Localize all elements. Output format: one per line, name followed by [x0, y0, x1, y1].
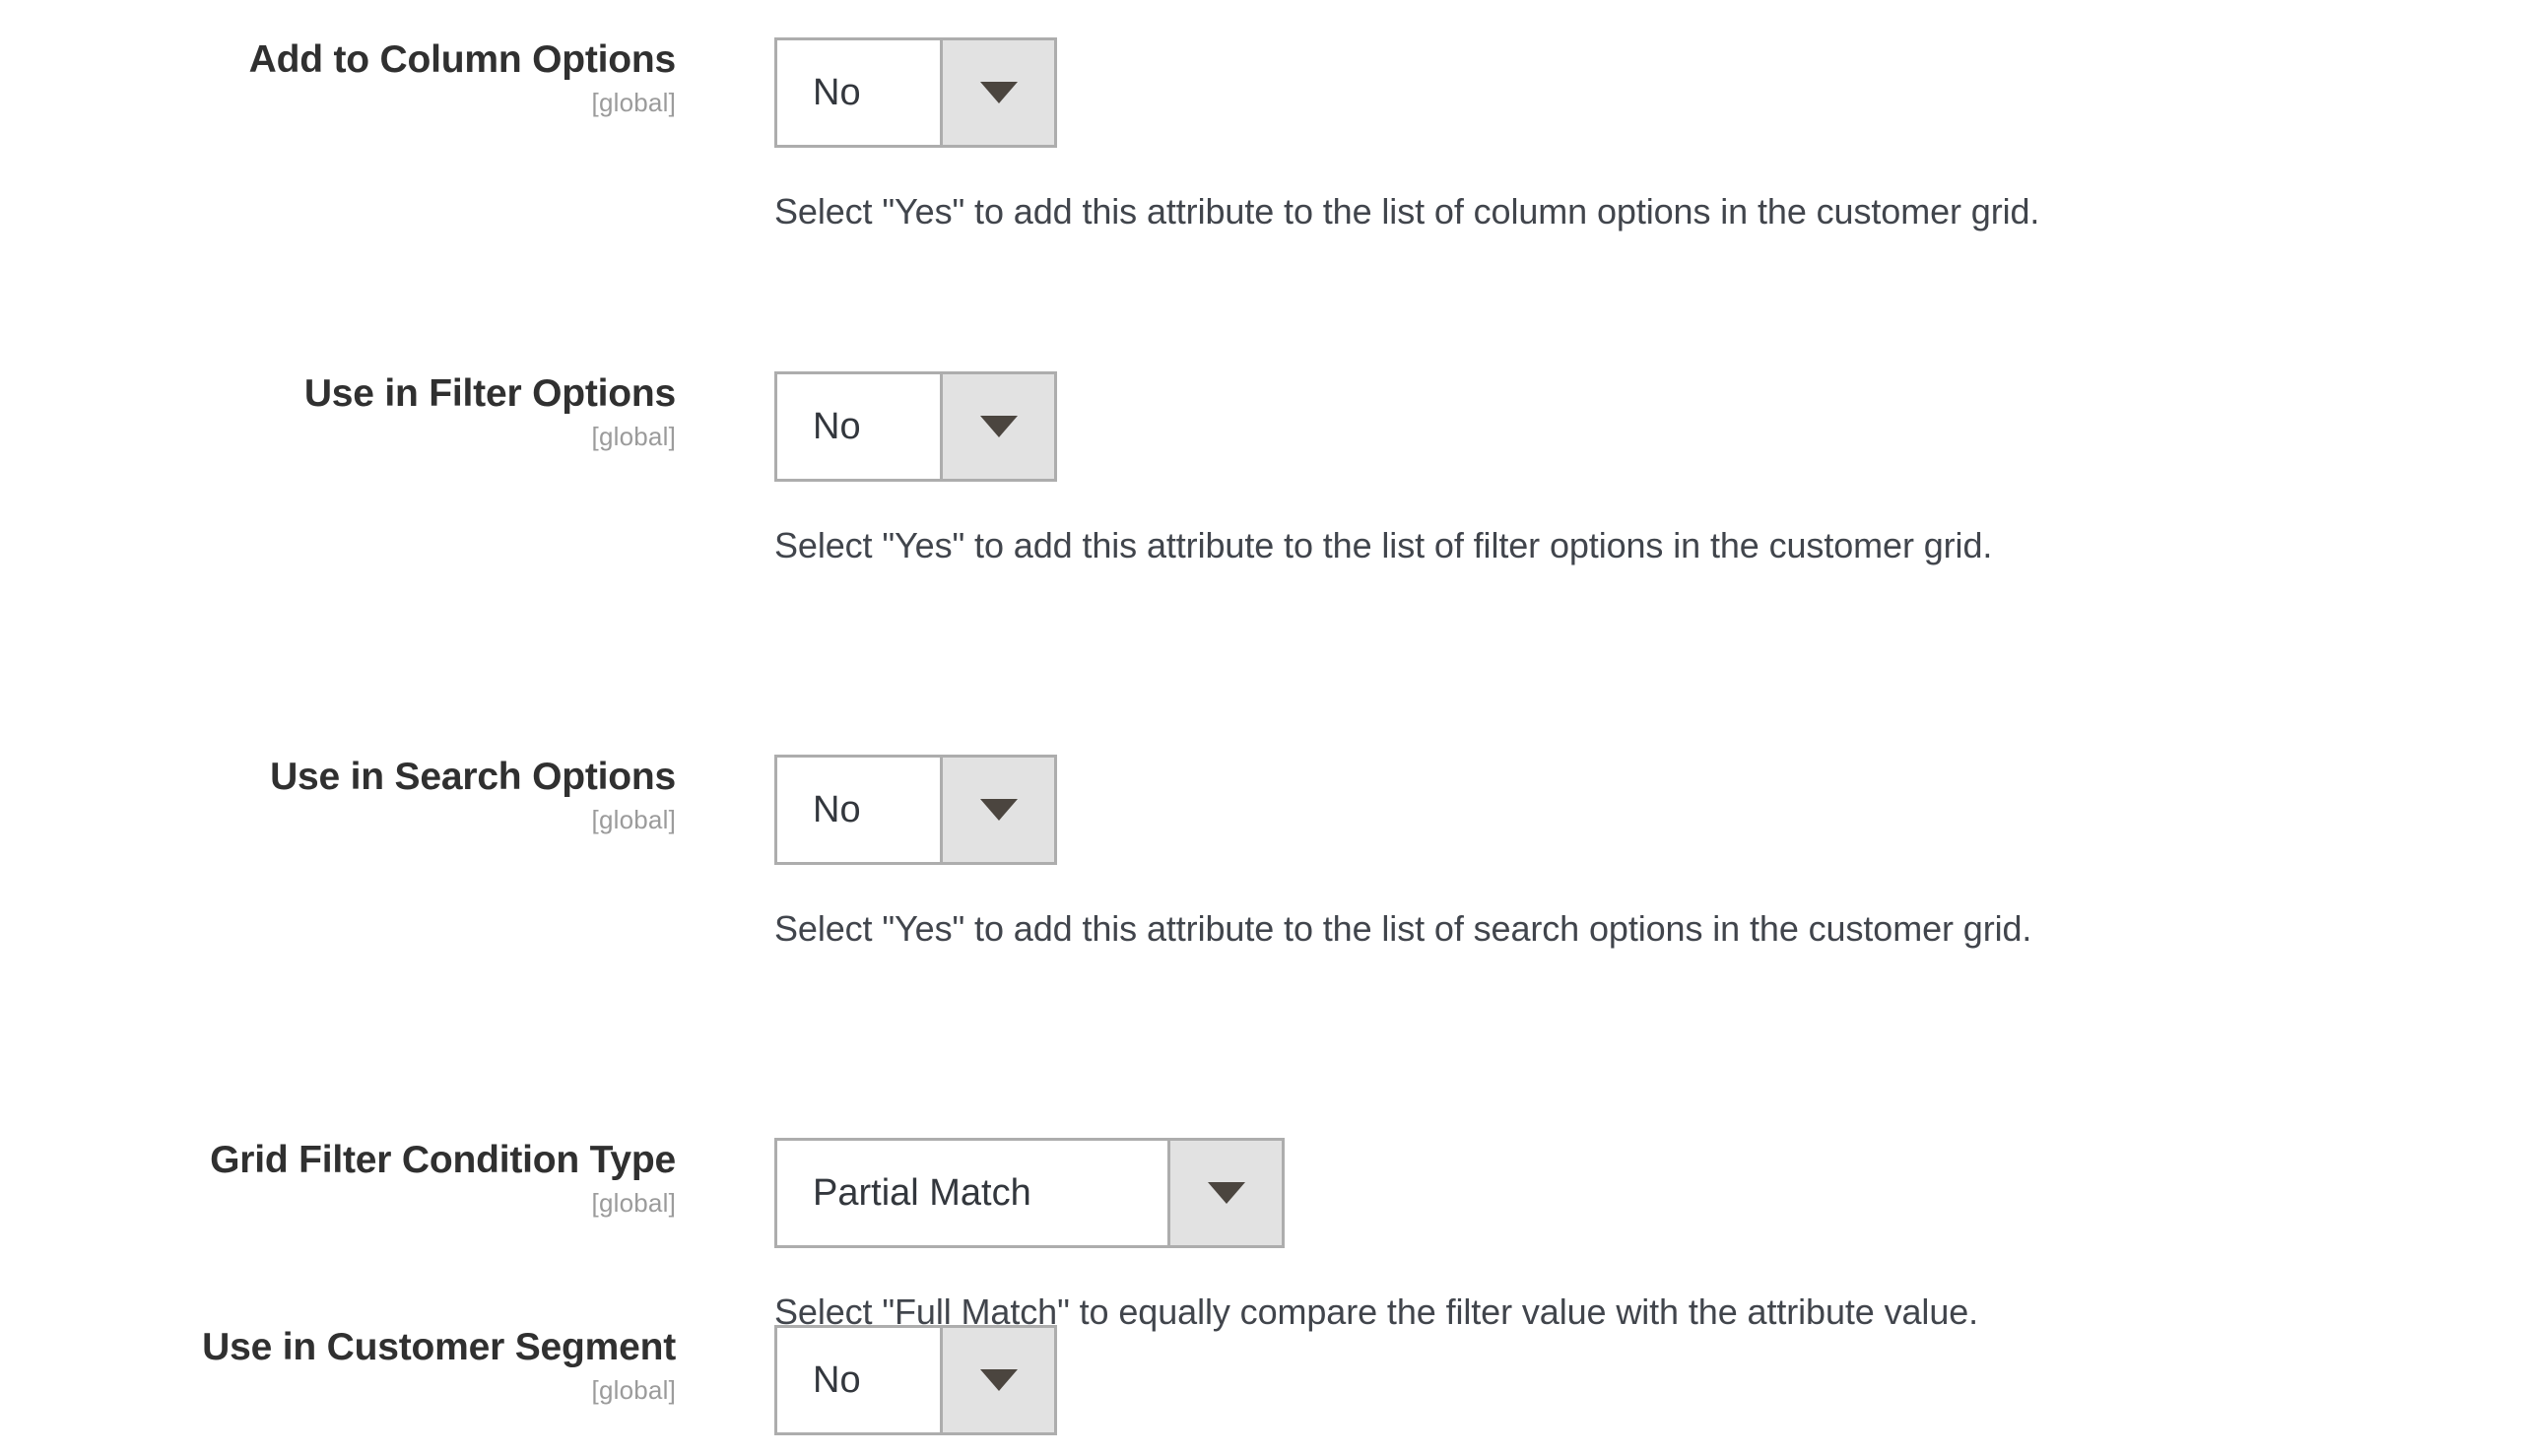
attribute-properties-form: Add to Column Options [global] No Select "Y… — [0, 0, 2522, 1456]
select-value-use-in-search-options: No — [777, 758, 940, 862]
field-note-add-to-column-options: Select "Yes" to add this attribute to th… — [774, 191, 2040, 232]
field-row-use-in-customer-segment: Use in Customer Segment [global] No — [0, 1325, 2522, 1435]
chevron-down-glyph — [979, 799, 1018, 821]
select-use-in-search-options[interactable]: No — [774, 755, 1057, 865]
chevron-down-icon[interactable] — [1167, 1141, 1282, 1245]
field-scope-use-in-customer-segment: [global] — [591, 1375, 676, 1405]
select-grid-filter-condition-type[interactable]: Partial Match — [774, 1138, 1285, 1248]
field-row-grid-filter-condition-type: Grid Filter Condition Type [global] Partia… — [0, 1138, 2522, 1334]
chevron-down-glyph — [979, 416, 1018, 437]
field-row-use-in-search-options: Use in Search Options [global] No Select "Y… — [0, 755, 2522, 951]
field-label-group-add-to-column-options: Add to Column Options [global] — [0, 37, 677, 117]
field-label-grid-filter-condition-type: Grid Filter Condition Type — [210, 1139, 676, 1181]
chevron-down-glyph — [1207, 1182, 1245, 1204]
field-label-group-use-in-filter-options: Use in Filter Options [global] — [0, 371, 676, 451]
chevron-down-icon[interactable] — [940, 374, 1054, 479]
select-use-in-customer-segment[interactable]: No — [774, 1325, 1057, 1435]
chevron-down-glyph — [979, 82, 1018, 103]
field-scope-use-in-search-options: [global] — [591, 805, 676, 834]
select-value-grid-filter-condition-type: Partial Match — [777, 1141, 1167, 1245]
select-value-add-to-column-options: No — [777, 40, 940, 145]
chevron-down-icon[interactable] — [940, 758, 1054, 862]
field-label-use-in-filter-options: Use in Filter Options — [303, 372, 676, 415]
field-scope-grid-filter-condition-type: [global] — [591, 1188, 676, 1218]
field-control-group-grid-filter-condition-type: Partial Match Select "Full Match" to equa… — [676, 1138, 2522, 1334]
field-note-use-in-search-options: Select "Yes" to add this attribute to th… — [774, 908, 2032, 949]
select-value-use-in-customer-segment: No — [777, 1328, 940, 1432]
field-label-use-in-search-options: Use in Search Options — [270, 756, 676, 798]
field-control-group-add-to-column-options: No Select "Yes" to add this attribute to … — [676, 37, 2522, 233]
chevron-down-glyph — [979, 1369, 1018, 1391]
field-control-group-use-in-customer-segment: No — [676, 1325, 2522, 1435]
field-label-group-grid-filter-condition-type: Grid Filter Condition Type [global] — [0, 1138, 676, 1218]
field-scope-add-to-column-options: [global] — [591, 88, 676, 117]
chevron-down-icon[interactable] — [940, 1328, 1054, 1432]
field-note-use-in-filter-options: Select "Yes" to add this attribute to th… — [774, 525, 1993, 565]
select-use-in-filter-options[interactable]: No — [774, 371, 1057, 482]
field-row-use-in-filter-options: Use in Filter Options [global] No Select "Y… — [0, 371, 2522, 567]
field-label-group-use-in-search-options: Use in Search Options [global] — [0, 755, 676, 834]
field-control-group-use-in-filter-options: No Select "Yes" to add this attribute to … — [676, 371, 2522, 567]
field-row-add-to-column-options: Add to Column Options [global] No Select "Y… — [0, 37, 2522, 233]
field-label-group-use-in-customer-segment: Use in Customer Segment [global] — [0, 1325, 676, 1405]
field-label-use-in-customer-segment: Use in Customer Segment — [202, 1326, 676, 1368]
field-scope-use-in-filter-options: [global] — [591, 422, 676, 451]
select-value-use-in-filter-options: No — [777, 374, 940, 479]
field-control-group-use-in-search-options: No Select "Yes" to add this attribute to … — [676, 755, 2522, 951]
field-label-add-to-column-options: Add to Column Options — [248, 38, 677, 81]
chevron-down-icon[interactable] — [940, 40, 1054, 145]
select-add-to-column-options[interactable]: No — [774, 37, 1057, 148]
